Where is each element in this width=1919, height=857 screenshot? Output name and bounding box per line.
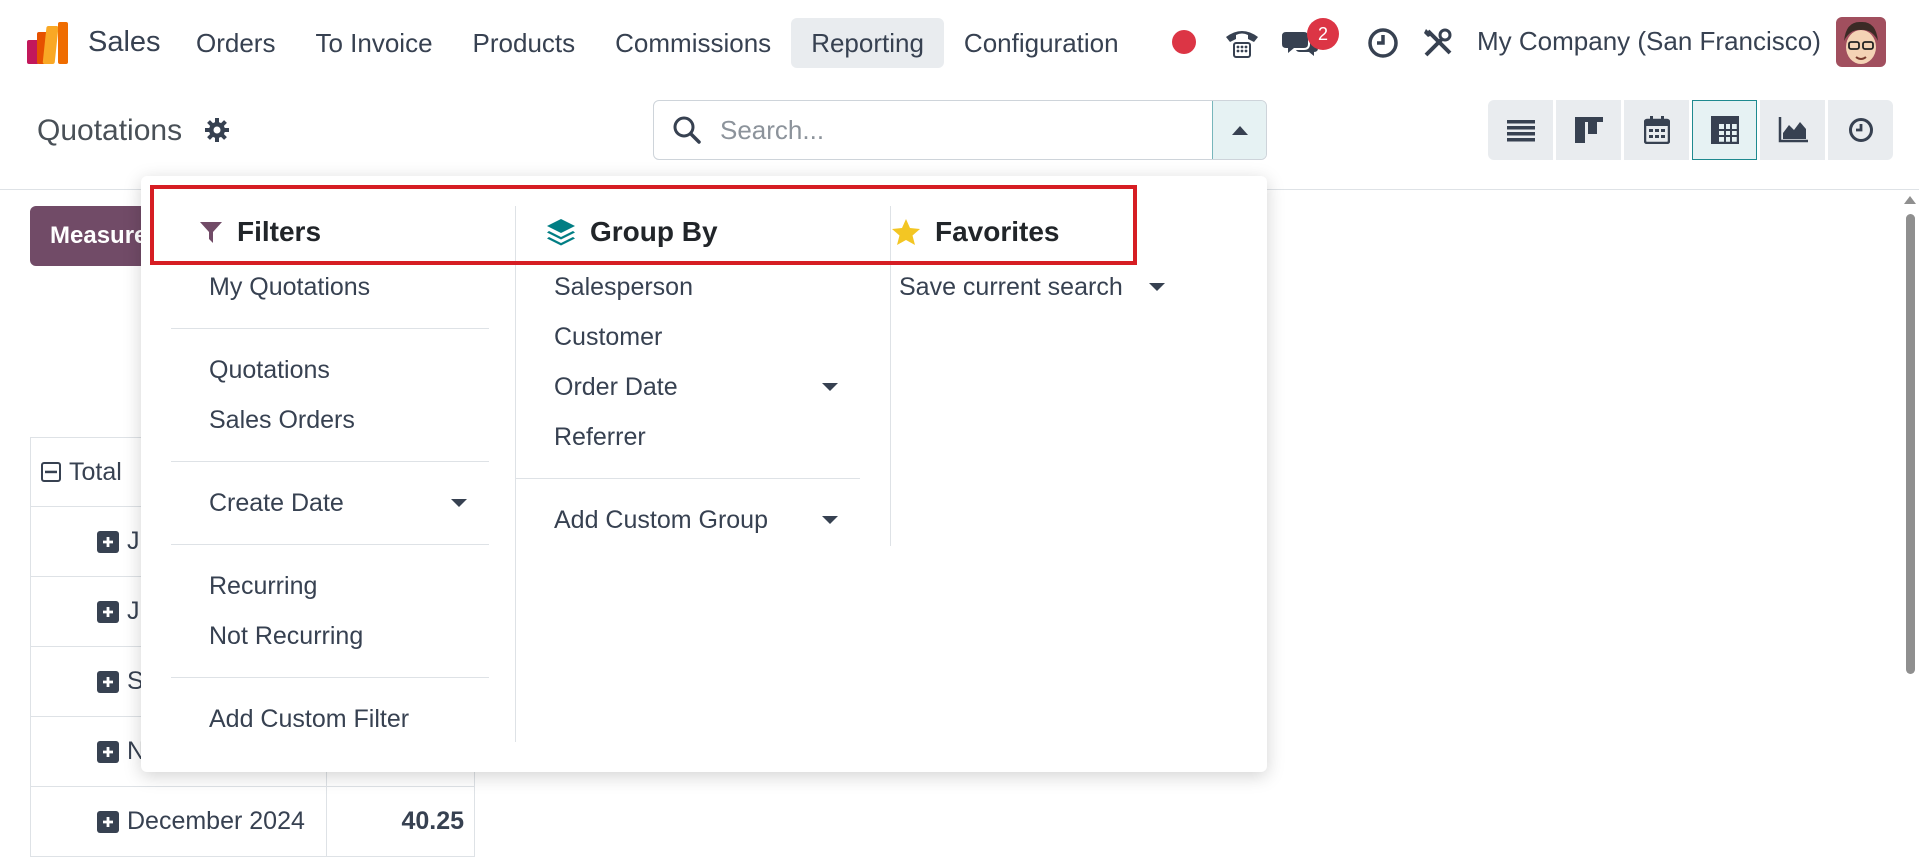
pivot-row-label: December 2024 <box>127 807 305 835</box>
search-options-toggle[interactable] <box>1212 101 1266 159</box>
pivot-view-button[interactable] <box>1692 100 1757 160</box>
calendar-icon <box>1643 116 1670 144</box>
menu-commissions[interactable]: Commissions <box>595 18 791 68</box>
expand-icon <box>97 810 119 833</box>
pivot-icon <box>1710 116 1739 144</box>
kanban-view-button[interactable] <box>1556 100 1621 160</box>
list-view-button[interactable] <box>1488 100 1553 160</box>
search-input[interactable] <box>720 101 1212 159</box>
filter-recurring[interactable]: Recurring <box>171 561 489 611</box>
search-icon <box>654 101 720 159</box>
view-switcher <box>1488 100 1893 160</box>
notification-badge: 2 <box>1307 18 1339 50</box>
filter-not-recurring[interactable]: Not Recurring <box>171 611 489 661</box>
filter-quotations[interactable]: Quotations <box>171 345 489 395</box>
main-menu: Orders To Invoice Products Commissions R… <box>176 18 1139 68</box>
clock-icon[interactable] <box>1363 18 1403 68</box>
filter-separator <box>171 677 489 678</box>
group-by-salesperson[interactable]: Salesperson <box>516 262 860 312</box>
graph-view-button[interactable] <box>1760 100 1825 160</box>
menu-to-invoice[interactable]: To Invoice <box>295 18 452 68</box>
save-current-search-label: Save current search <box>899 273 1123 301</box>
calendar-view-button[interactable] <box>1624 100 1689 160</box>
pivot-row: December 2024 40.25 <box>31 787 475 857</box>
kanban-icon <box>1574 117 1603 143</box>
tools-icon[interactable] <box>1418 18 1458 68</box>
filter-separator <box>171 544 489 545</box>
group-by-referrer[interactable]: Referrer <box>516 412 860 462</box>
save-current-search[interactable]: Save current search <box>891 262 1221 312</box>
filter-sales-orders[interactable]: Sales Orders <box>171 395 489 445</box>
list-icon <box>1506 120 1535 142</box>
add-custom-group[interactable]: Add Custom Group <box>516 495 860 545</box>
filter-my-quotations[interactable]: My Quotations <box>171 262 489 312</box>
filter-separator <box>171 328 489 329</box>
scroll-up-arrow[interactable] <box>1904 196 1916 204</box>
app-name[interactable]: Sales <box>88 26 161 59</box>
caret-down-icon <box>451 499 467 507</box>
group-by-order-date[interactable]: Order Date <box>516 362 860 412</box>
filter-create-date[interactable]: Create Date <box>171 478 489 528</box>
search-bar <box>653 100 1267 160</box>
company-switcher[interactable]: My Company (San Francisco) <box>1477 26 1821 57</box>
expand-icon <box>97 740 119 763</box>
record-icon[interactable] <box>1172 30 1196 54</box>
page-title: Quotations <box>37 114 183 147</box>
add-custom-filter[interactable]: Add Custom Filter <box>171 694 489 744</box>
caret-down-icon <box>822 516 838 524</box>
menu-orders[interactable]: Orders <box>176 18 295 68</box>
gear-icon[interactable] <box>204 117 230 148</box>
sales-app-icon[interactable] <box>27 22 71 64</box>
menu-configuration[interactable]: Configuration <box>944 18 1139 68</box>
graph-icon <box>1778 117 1808 143</box>
caret-down-icon <box>822 383 838 391</box>
expand-icon <box>97 600 119 623</box>
caret-down-icon <box>1149 283 1165 291</box>
phone-icon[interactable] <box>1222 18 1262 68</box>
pivot-total-label: Total <box>69 457 122 486</box>
menu-products[interactable]: Products <box>453 18 596 68</box>
activity-view-button[interactable] <box>1828 100 1893 160</box>
add-custom-group-label: Add Custom Group <box>554 506 768 534</box>
highlight-annotation <box>150 185 1137 265</box>
pivot-cell: 40.25 <box>327 787 475 856</box>
filters-column: Filters My Quotations Quotations Sales O… <box>171 206 489 744</box>
filter-create-date-label: Create Date <box>209 489 344 517</box>
top-navbar: Sales Orders To Invoice Products Commiss… <box>0 0 1919 86</box>
expand-icon <box>97 670 119 693</box>
group-by-customer[interactable]: Customer <box>516 312 860 362</box>
user-avatar[interactable] <box>1836 17 1886 67</box>
group-by-order-date-label: Order Date <box>554 373 678 401</box>
caret-up-icon <box>1231 126 1248 135</box>
menu-reporting[interactable]: Reporting <box>791 18 944 68</box>
search-panel-dropdown: Filters My Quotations Quotations Sales O… <box>141 176 1267 772</box>
activity-icon <box>1848 118 1873 142</box>
pivot-row-header[interactable]: December 2024 <box>31 787 327 856</box>
filter-separator <box>171 461 489 462</box>
group-separator <box>516 478 860 479</box>
scrollbar-thumb[interactable] <box>1906 214 1915 674</box>
collapse-icon <box>41 462 61 482</box>
expand-icon <box>97 530 119 553</box>
